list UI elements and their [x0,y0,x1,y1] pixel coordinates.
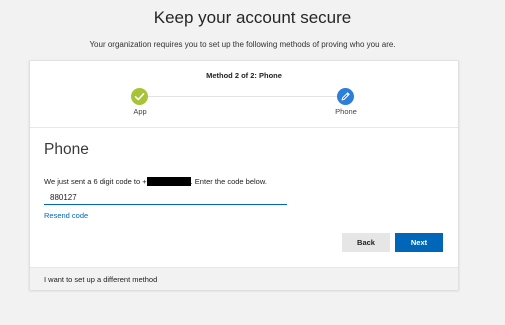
card-footer: I want to set up a different method [30,267,458,290]
setup-card: Method 2 of 2: Phone App Phone Phone We … [29,60,459,290]
page-subtitle: Your organization requires you to set up… [89,40,396,49]
instruction-suffix: . Enter the code below. [190,177,267,186]
next-button[interactable]: Next [395,233,443,252]
checkmark-icon [134,93,145,101]
redacted-phone-number [146,177,191,186]
pencil-icon [341,92,350,101]
divider [30,127,458,128]
back-button[interactable]: Back [342,233,390,252]
page-title: Keep your account secure [153,8,352,27]
verification-code-input[interactable] [44,190,287,205]
different-method-link[interactable]: I want to set up a different method [44,275,157,284]
step-progress-label: Method 2 of 2: Phone [206,71,282,80]
step-label-app: App [133,107,147,116]
instruction-prefix: We just sent a 6 digit code to + [44,177,147,186]
step-phone-indicator [337,88,354,105]
step-label-phone: Phone [335,107,357,116]
resend-code-link[interactable]: Resend code [44,211,88,220]
progress-track [147,96,344,97]
section-title: Phone [44,141,89,158]
step-app-indicator [131,88,148,105]
code-instruction: We just sent a 6 digit code to + . Enter … [44,177,267,186]
